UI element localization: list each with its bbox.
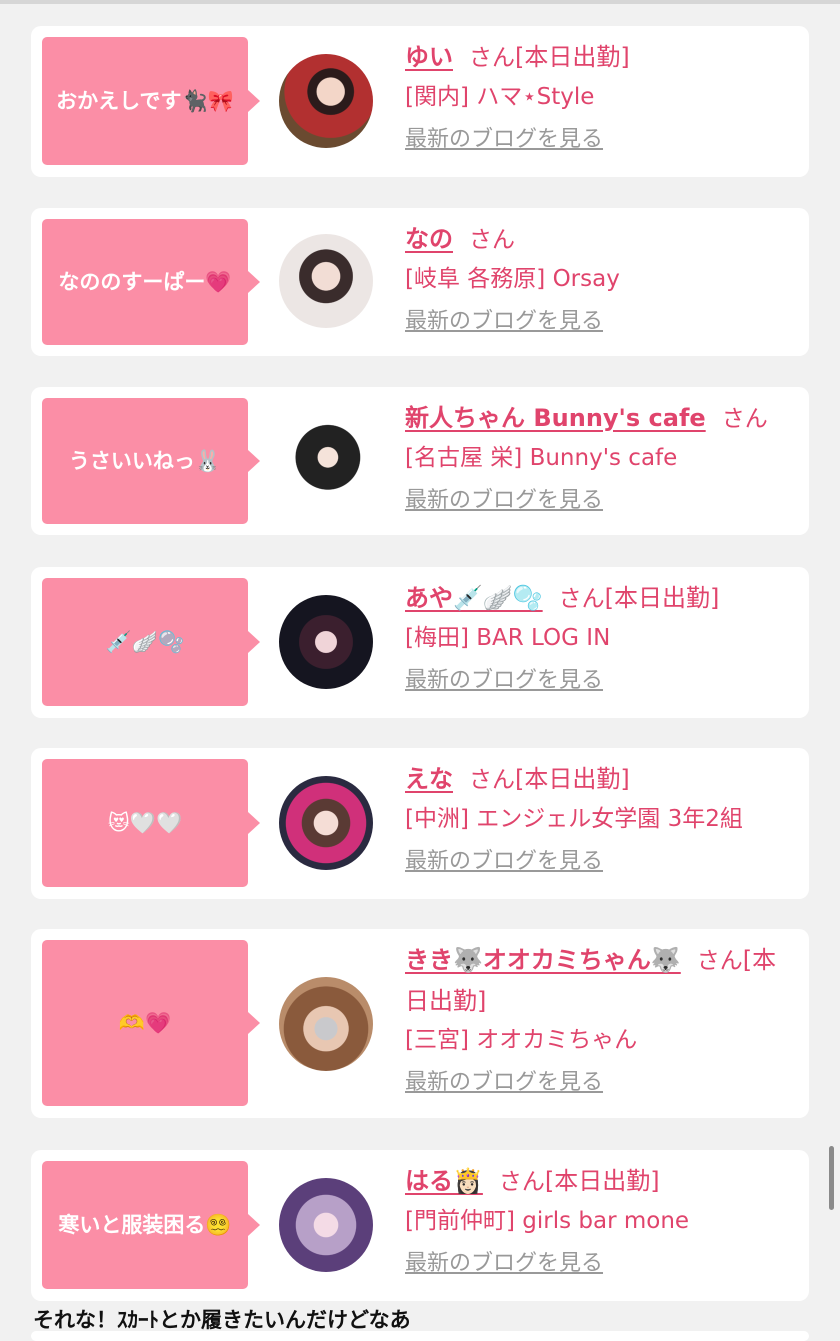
- san-label: さん: [721, 406, 768, 432]
- girl-name-link[interactable]: 新人ちゃん Bunny's cafe: [405, 404, 706, 432]
- status-label: [本日出勤]: [515, 765, 630, 793]
- comment-bubble: 🫶💗: [42, 940, 260, 1106]
- shop-name: [岐阜 各務原] Orsay: [405, 266, 620, 292]
- avatar[interactable]: [279, 776, 373, 870]
- top-border: [0, 0, 840, 4]
- next-card-edge: [31, 1331, 809, 1341]
- girl-card: うさいいねっ🐰 新人ちゃん Bunny's cafe さん [名古屋 栄] Bun…: [31, 387, 809, 535]
- girl-name-link[interactable]: きき🐺オオカミちゃん🐺: [405, 946, 681, 974]
- latest-blog-link[interactable]: 最新のブログを見る: [405, 302, 603, 342]
- avatar[interactable]: [279, 415, 373, 509]
- latest-blog-link[interactable]: 最新のブログを見る: [405, 842, 603, 882]
- avatar[interactable]: [279, 54, 373, 148]
- avatar[interactable]: [279, 1178, 373, 1272]
- comment-bubble: なののすーぱー💗: [42, 219, 260, 345]
- girl-name-link[interactable]: はる👸🏻: [405, 1167, 483, 1195]
- comment-bubble: うさいいねっ🐰: [42, 398, 260, 524]
- san-label: さん: [469, 767, 515, 793]
- status-label: [本日出勤]: [544, 1167, 660, 1195]
- shop-name: [梅田] BAR LOG IN: [405, 625, 611, 651]
- shop-name: [関内] ハマ⋆Style: [405, 84, 595, 110]
- avatar[interactable]: [279, 234, 373, 328]
- scrollbar[interactable]: [829, 1146, 834, 1210]
- caption-text: それな！ｽｶｰﾄとか履きたいんだけどなあ: [33, 1308, 411, 1332]
- avatar[interactable]: [279, 977, 373, 1071]
- girl-name-link[interactable]: えな: [405, 765, 453, 793]
- girl-card: おかえしです🐈‍⬛🎀 ゆい さん[本日出勤] [関内] ハマ⋆Style 最新のブ…: [31, 26, 809, 177]
- girl-card: 😻🤍🤍 えな さん[本日出勤] [中洲] エンジェル女学園 3年2組 最新のブログ…: [31, 748, 809, 899]
- girl-card: 🫶💗 きき🐺オオカミちゃん🐺 さん[本日出勤] [三宮] オオカミちゃん 最新のブ…: [31, 929, 809, 1118]
- san-label: さん: [498, 1169, 545, 1195]
- girl-card: なののすーぱー💗 なの さん [岐阜 各務原] Orsay 最新のブログを見る: [31, 208, 809, 356]
- shop-name: [三宮] オオカミちゃん: [405, 1027, 638, 1053]
- san-label: さん: [696, 948, 743, 974]
- shop-name: [名古屋 栄] Bunny's cafe: [405, 445, 678, 471]
- status-label: [本日出勤]: [515, 43, 630, 71]
- girl-name-link[interactable]: あや💉🪽🫧: [405, 584, 543, 612]
- status-label: [本日出勤]: [604, 584, 720, 612]
- latest-blog-link[interactable]: 最新のブログを見る: [405, 1063, 603, 1103]
- san-label: さん: [469, 227, 515, 253]
- latest-blog-link[interactable]: 最新のブログを見る: [405, 481, 603, 521]
- latest-blog-link[interactable]: 最新のブログを見る: [405, 120, 603, 160]
- comment-bubble: 😻🤍🤍: [42, 759, 260, 887]
- latest-blog-link[interactable]: 最新のブログを見る: [405, 661, 603, 701]
- comment-bubble: 💉🪽🫧: [42, 578, 260, 706]
- shop-name: [中洲] エンジェル女学園 3年2組: [405, 806, 743, 832]
- shop-name: [門前仲町] girls bar mone: [405, 1208, 690, 1234]
- comment-bubble: 寒いと服装困る😵‍💫: [42, 1161, 260, 1289]
- comment-bubble: おかえしです🐈‍⬛🎀: [42, 37, 260, 165]
- latest-blog-link[interactable]: 最新のブログを見る: [405, 1244, 603, 1284]
- san-label: さん: [469, 45, 515, 71]
- girl-name-link[interactable]: なの: [405, 225, 453, 253]
- girl-card: 寒いと服装困る😵‍💫 はる👸🏻 さん[本日出勤] [門前仲町] girls bar…: [31, 1150, 809, 1301]
- girl-card: 💉🪽🫧 あや💉🪽🫧 さん[本日出勤] [梅田] BAR LOG IN 最新のブログ…: [31, 567, 809, 718]
- girl-name-link[interactable]: ゆい: [405, 43, 453, 71]
- avatar[interactable]: [279, 595, 373, 689]
- san-label: さん: [558, 586, 605, 612]
